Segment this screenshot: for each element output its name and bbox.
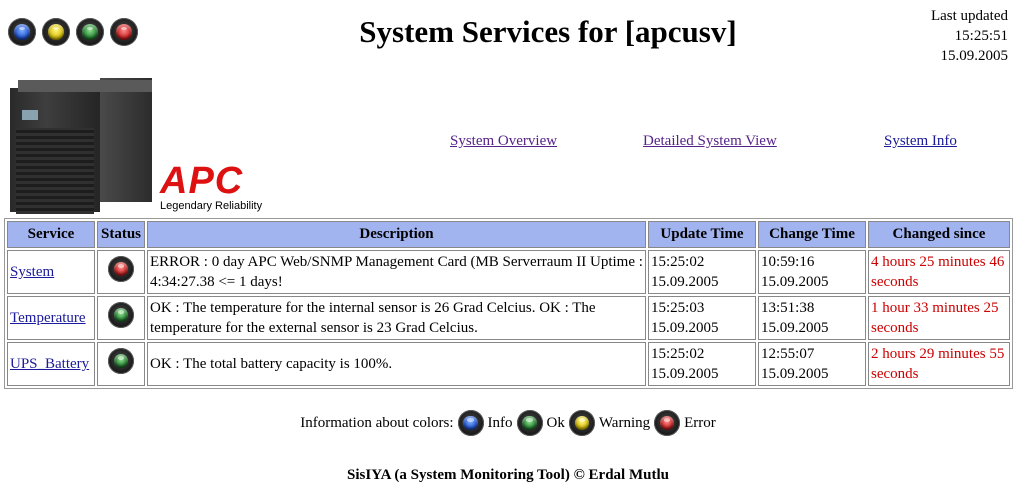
changed-since-cell: 2 hours 29 minutes 55 seconds bbox=[868, 342, 1010, 386]
apc-logo: APC Legendary Reliability bbox=[160, 160, 263, 212]
change-time-cell: 13:51:38 15.09.2005 bbox=[758, 296, 866, 340]
table-header-row: Service Status Description Update Time C… bbox=[7, 221, 1010, 248]
ups-device-image bbox=[10, 78, 152, 214]
col-change-time-header: Change Time bbox=[758, 221, 866, 248]
col-service-header: Service bbox=[7, 221, 95, 248]
change-time-cell: 10:59:16 15.09.2005 bbox=[758, 250, 866, 294]
warning-legend-icon bbox=[568, 410, 595, 436]
legend-error-label: Error bbox=[684, 414, 716, 431]
footer-credit: SisIYA (a System Monitoring Tool) © Erda… bbox=[347, 467, 669, 483]
system-overview-link[interactable]: System Overview bbox=[450, 133, 557, 150]
last-updated: Last updated 15:25:51 15.09.2005 bbox=[931, 6, 1008, 66]
error-legend-icon bbox=[654, 410, 681, 436]
legend-ok-label: Ok bbox=[546, 414, 565, 431]
status-cell bbox=[97, 342, 146, 386]
info-legend-icon bbox=[457, 410, 484, 436]
update-time-cell: 15:25:02 15.09.2005 bbox=[648, 342, 756, 386]
status-cell bbox=[97, 250, 146, 294]
service-link-ups-battery[interactable]: UPS_Battery bbox=[10, 356, 89, 372]
page-title: System Services for [apcusv] bbox=[359, 14, 737, 49]
update-time-cell: 15:25:03 15.09.2005 bbox=[648, 296, 756, 340]
legend-info-label: Info bbox=[487, 414, 513, 431]
table-row: Temperature OK : The temperature for the… bbox=[7, 296, 1010, 340]
system-info-link[interactable]: System Info bbox=[884, 133, 957, 150]
last-updated-date: 15.09.2005 bbox=[940, 48, 1009, 64]
status-cell bbox=[97, 296, 146, 340]
col-description-header: Description bbox=[147, 221, 646, 248]
services-table: Service Status Description Update Time C… bbox=[4, 218, 1013, 389]
ok-status-icon bbox=[108, 302, 134, 328]
legend-warning-label: Warning bbox=[598, 414, 651, 431]
col-status-header: Status bbox=[97, 221, 146, 248]
changed-since-cell: 4 hours 25 minutes 46 seconds bbox=[868, 250, 1010, 294]
table-row: UPS_Battery OK : The total battery capac… bbox=[7, 342, 1010, 386]
ok-status-icon bbox=[108, 348, 134, 374]
legend-label: Information about colors: bbox=[300, 414, 454, 431]
service-cell: System bbox=[7, 250, 95, 294]
apc-tagline: Legendary Reliability bbox=[160, 200, 263, 212]
color-legend: Information about colors: Info Ok Warnin… bbox=[0, 410, 1016, 436]
apc-logo-text: APC bbox=[160, 160, 244, 202]
table-row: System ERROR : 0 day APC Web/SNMP Manage… bbox=[7, 250, 1010, 294]
error-status-icon bbox=[108, 256, 134, 282]
ok-legend-icon bbox=[516, 410, 543, 436]
last-updated-time: 15:25:51 bbox=[954, 28, 1008, 44]
service-cell: Temperature bbox=[7, 296, 95, 340]
description-cell: OK : The total battery capacity is 100%. bbox=[147, 342, 646, 386]
change-time-cell: 12:55:07 15.09.2005 bbox=[758, 342, 866, 386]
col-changed-since-header: Changed since bbox=[868, 221, 1010, 248]
description-cell: OK : The temperature for the internal se… bbox=[147, 296, 646, 340]
col-update-time-header: Update Time bbox=[648, 221, 756, 248]
detailed-system-view-link[interactable]: Detailed System View bbox=[643, 133, 777, 150]
service-link-temperature[interactable]: Temperature bbox=[10, 310, 86, 326]
description-cell: ERROR : 0 day APC Web/SNMP Management Ca… bbox=[147, 250, 646, 294]
update-time-cell: 15:25:02 15.09.2005 bbox=[648, 250, 756, 294]
last-updated-label: Last updated bbox=[930, 8, 1008, 24]
service-cell: UPS_Battery bbox=[7, 342, 95, 386]
changed-since-cell: 1 hour 33 minutes 25 seconds bbox=[868, 296, 1010, 340]
service-link-system[interactable]: System bbox=[10, 264, 54, 280]
